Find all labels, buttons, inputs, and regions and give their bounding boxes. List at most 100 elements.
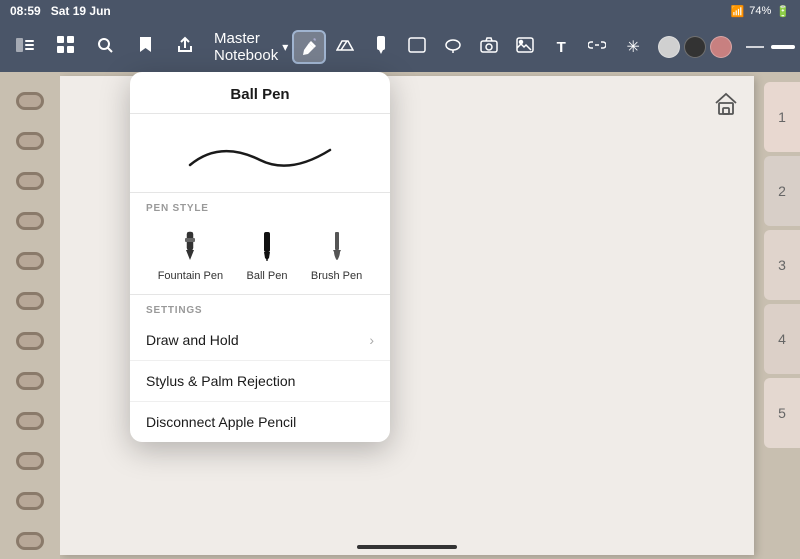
search-icon — [97, 37, 113, 58]
eraser-tool-button[interactable] — [328, 30, 362, 64]
stylus-palm-rejection-row[interactable]: Stylus & Palm Rejection — [130, 361, 390, 402]
marker-tool-button[interactable] — [364, 30, 398, 64]
spiral-ring — [16, 172, 44, 190]
link-tool-button[interactable] — [580, 30, 614, 64]
spiral-ring — [16, 252, 44, 270]
page-tabs: 1 2 3 4 5 — [758, 72, 800, 559]
settings-section: Settings Draw and Hold › Stylus & Palm R… — [130, 295, 390, 442]
battery-level: 74% — [749, 5, 771, 17]
lasso-tool-button[interactable] — [436, 30, 470, 64]
color-pink-swatch[interactable] — [710, 36, 732, 58]
tab-label-4: 4 — [778, 331, 786, 347]
pen-styles-list: Fountain Pen Ball Pen — [146, 224, 374, 286]
page-tab-3[interactable]: 3 — [764, 230, 800, 300]
pen-style-label: Pen Style — [146, 203, 374, 214]
spiral-ring — [16, 372, 44, 390]
select-tool-button[interactable] — [400, 30, 434, 64]
time-display: 08:59 — [10, 4, 41, 18]
wifi-icon: 📶 — [731, 5, 745, 18]
lasso-icon — [444, 36, 462, 59]
text-tool-button[interactable]: T — [544, 30, 578, 64]
medium-stroke-option[interactable] — [769, 41, 797, 53]
status-bar: 08:59 Sat 19 Jun 📶 74% 🔋 — [0, 0, 800, 22]
color-swatches — [658, 36, 732, 58]
spiral-side — [0, 72, 60, 559]
draw-and-hold-row[interactable]: Draw and Hold › — [130, 320, 390, 361]
grid-icon — [57, 36, 74, 58]
camera-icon — [480, 37, 498, 58]
spiral-ring — [16, 332, 44, 350]
draw-and-hold-chevron-icon: › — [369, 332, 374, 348]
sidebar-icon — [16, 38, 34, 57]
fountain-pen-option[interactable]: Fountain Pen — [148, 224, 233, 286]
color-light-gray-swatch[interactable] — [658, 36, 680, 58]
battery-icon: 🔋 — [776, 5, 790, 18]
fountain-pen-label: Fountain Pen — [158, 270, 223, 282]
bookmark-button[interactable] — [128, 30, 162, 64]
ball-pen-label: Ball Pen — [247, 270, 288, 282]
thin-stroke-option[interactable] — [744, 42, 766, 52]
pen-style-section: Pen Style Fountain Pen — [130, 193, 390, 295]
marker-icon — [374, 35, 388, 60]
stroke-options — [744, 40, 800, 54]
notebook-title[interactable]: Master Notebook ▾ — [214, 30, 288, 64]
pen-tool-button[interactable] — [292, 30, 326, 64]
wand-tool-button[interactable]: ✳ — [616, 30, 650, 64]
tab-label-2: 2 — [778, 183, 786, 199]
fountain-pen-icon-wrap — [172, 228, 208, 264]
status-time: 08:59 Sat 19 Jun — [10, 4, 111, 18]
spiral-ring — [16, 212, 44, 230]
tab-label-5: 5 — [778, 405, 786, 421]
spiral-ring — [16, 292, 44, 310]
page-tab-2[interactable]: 2 — [764, 156, 800, 226]
spiral-ring — [16, 452, 44, 470]
date-display: Sat 19 Jun — [51, 4, 111, 18]
spiral-ring — [16, 492, 44, 510]
ball-pen-icon-wrap — [249, 228, 285, 264]
chevron-down-icon: ▾ — [282, 40, 288, 54]
brush-pen-label: Brush Pen — [311, 270, 362, 282]
notebook-title-text: Master Notebook — [214, 30, 278, 64]
select-icon — [408, 37, 426, 58]
toolbar: Master Notebook ▾ — [0, 22, 800, 72]
home-indicator — [357, 545, 457, 549]
image-tool-button[interactable] — [508, 30, 542, 64]
image-icon — [516, 37, 534, 58]
spiral-ring — [16, 412, 44, 430]
grid-view-button[interactable] — [48, 30, 82, 64]
main-area: 1 2 3 4 5 — [0, 72, 800, 559]
status-icons: 📶 74% 🔋 — [731, 5, 790, 18]
draw-and-hold-label: Draw and Hold — [146, 332, 239, 348]
share-icon — [177, 36, 193, 58]
color-dark-swatch[interactable] — [684, 36, 706, 58]
tab-label-1: 1 — [778, 109, 786, 125]
search-button[interactable] — [88, 30, 122, 64]
spiral-ring — [16, 532, 44, 550]
page-tab-1[interactable]: 1 — [764, 82, 800, 152]
camera-tool-button[interactable] — [472, 30, 506, 64]
page-tab-4[interactable]: 4 — [764, 304, 800, 374]
disconnect-apple-pencil-label: Disconnect Apple Pencil — [146, 414, 296, 430]
page-tab-5[interactable]: 5 — [764, 378, 800, 448]
brush-pen-option[interactable]: Brush Pen — [301, 224, 372, 286]
drawing-tools: T ✳ — [292, 30, 650, 64]
brush-pen-icon-wrap — [319, 228, 355, 264]
bookmark-icon — [139, 36, 152, 58]
link-icon — [588, 38, 606, 56]
tab-label-3: 3 — [778, 257, 786, 273]
home-button[interactable] — [708, 86, 744, 122]
dropdown-title-text: Ball Pen — [230, 86, 289, 103]
wand-icon: ✳ — [627, 37, 640, 57]
sidebar-toggle-button[interactable] — [8, 30, 42, 64]
spiral-ring — [16, 92, 44, 110]
pen-preview — [130, 114, 390, 193]
dropdown-title: Ball Pen — [130, 72, 390, 114]
stylus-palm-rejection-label: Stylus & Palm Rejection — [146, 373, 295, 389]
settings-section-label: Settings — [130, 295, 390, 320]
pen-dropdown-panel: Ball Pen Pen Style Fountain Pen — [130, 72, 390, 442]
disconnect-apple-pencil-row[interactable]: Disconnect Apple Pencil — [130, 402, 390, 442]
toolbar-center: Master Notebook ▾ — [214, 30, 288, 64]
share-button[interactable] — [168, 30, 202, 64]
pen-icon — [302, 34, 316, 61]
ball-pen-option[interactable]: Ball Pen — [237, 224, 298, 286]
